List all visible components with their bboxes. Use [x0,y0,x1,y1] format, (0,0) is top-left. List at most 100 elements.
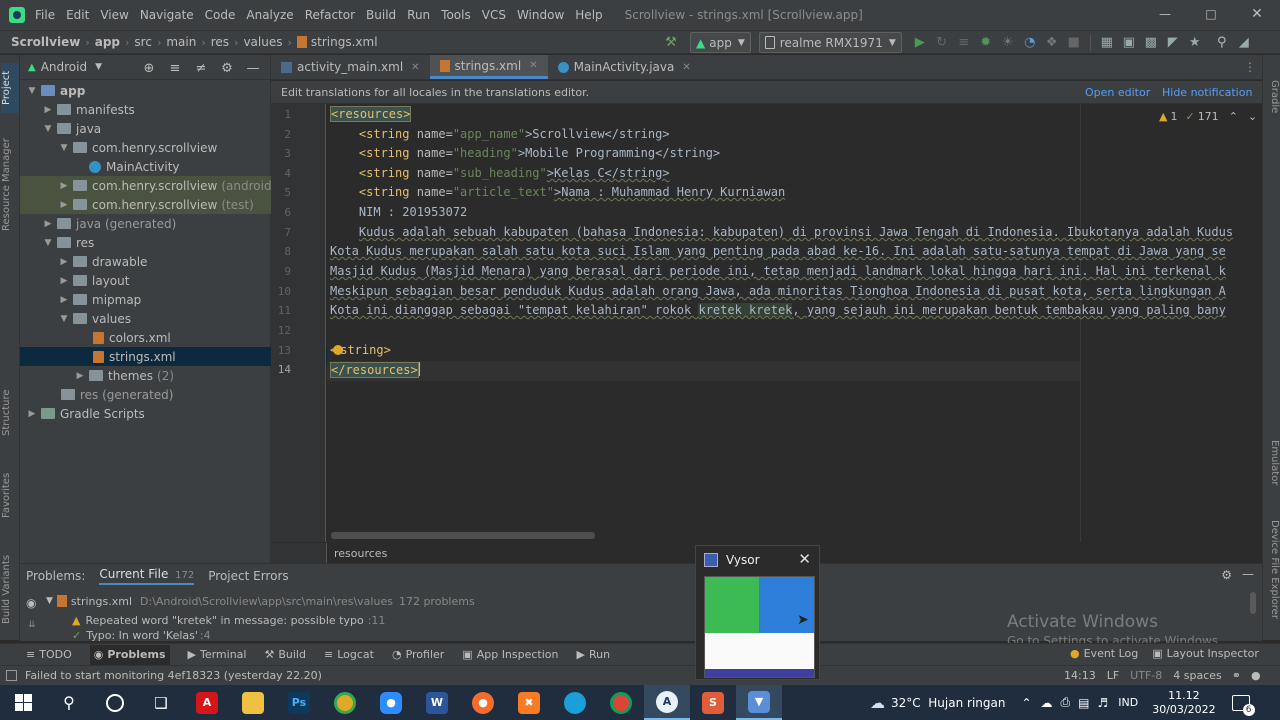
status-message[interactable]: Failed to start monitoring 4ef18323 (yes… [25,669,322,682]
coverage-icon[interactable]: ❖ [1042,33,1062,53]
code-editor[interactable]: ▲ 1 ✓ 171 ⌃ ⌄ <resources> <string name="… [327,104,1262,542]
tool-tab-app-inspection[interactable]: ▣ App Inspection [462,648,558,661]
tool-tab-structure[interactable]: Structure [1,385,19,441]
sublime-icon[interactable]: S [690,685,736,720]
tabs-menu-icon[interactable]: ⋮ [1244,60,1256,74]
memory-icon[interactable]: ● [1251,669,1261,682]
gear-icon[interactable]: ⚙ [1221,568,1232,582]
tab-strings-xml[interactable]: strings.xml ✕ [429,55,548,79]
file-explorer-icon[interactable] [230,685,276,720]
eye-icon[interactable]: ◉ [26,596,36,610]
menu-vcs[interactable]: VCS [482,8,506,22]
menu-build[interactable]: Build [366,8,396,22]
plugin-icon[interactable]: ★ [1185,33,1205,53]
close-icon[interactable]: ✕ [411,62,419,73]
file-encoding[interactable]: UTF-8 [1130,669,1162,682]
minimize-button[interactable]: — [1142,0,1188,30]
weather-text[interactable]: 32°C Hujan ringan [891,696,1005,710]
network-icon[interactable]: ▤ [1078,696,1089,710]
search-icon[interactable]: ⚲ [1212,33,1232,53]
tree-item-java[interactable]: ▼ java [20,119,293,138]
indent-setting[interactable]: 4 spaces [1173,669,1222,682]
breadcrumb-app[interactable]: app [95,35,120,49]
hammer-icon[interactable]: ⚒ [661,33,681,53]
photoshop-icon[interactable]: Ps [276,685,322,720]
close-window-button[interactable]: ✕ [1234,0,1280,30]
tool-tab-emulator[interactable]: Emulator [1264,440,1280,500]
hide-panel-icon[interactable]: — [243,58,263,78]
vysor-taskbar-icon[interactable]: ▼ [736,685,782,720]
tool-tab-device-file-explorer[interactable]: Device File Explorer [1264,520,1280,635]
device-manager-icon[interactable]: ▣ [1119,33,1139,53]
tab-activity-main-xml[interactable]: activity_main.xml ✕ [271,55,430,79]
tool-tab-profiler[interactable]: ◔ Profiler [392,648,444,661]
word-icon[interactable]: W [414,685,460,720]
tree-item-app[interactable]: ▼ app [20,81,277,100]
ide-logo-icon[interactable]: ◢ [1234,33,1254,53]
breadcrumb-project[interactable]: Scrollview [11,35,80,49]
task-view-icon[interactable]: ❑ [138,685,184,720]
tool-tab-layout-inspector[interactable]: ▣ Layout Inspector [1152,647,1259,660]
tool-tab-gradle[interactable]: Gradle [1264,80,1280,120]
menu-run[interactable]: Run [407,8,430,22]
attach-debugger-icon[interactable]: ◔ [1020,33,1040,53]
language-indicator[interactable]: IND [1118,696,1138,709]
menu-tools[interactable]: Tools [441,8,471,22]
inspection-widget[interactable]: ▲ 1 ✓ 171 ⌃ ⌄ [1159,110,1257,123]
menu-view[interactable]: View [100,8,128,22]
tree-item-manifests[interactable]: ▶ manifests [20,100,293,119]
lock-icon[interactable]: ⚭ [1232,669,1241,682]
tool-tab-logcat[interactable]: ≡ Logcat [324,648,374,661]
tool-tab-terminal[interactable]: ▶ Terminal [188,648,247,661]
collapse-all-icon[interactable]: ≠ [191,58,211,78]
problem-item[interactable]: ▲ Repeated word "kretek" in message: pos… [72,611,385,629]
zoom-icon[interactable]: ● [368,685,414,720]
vysor-preview-popup[interactable]: Vysor ✕ ➤ [695,545,820,680]
chevron-up-icon[interactable]: ⌃ [1021,696,1031,710]
sync-project-icon[interactable]: ▦ [1097,33,1117,53]
tree-item-res[interactable]: ▼ res [20,233,293,252]
expand-all-icon[interactable]: ≡ [165,58,185,78]
windows-start-button[interactable] [0,685,46,720]
debug-icon[interactable]: ✹ [976,33,996,53]
clock[interactable]: 11.12 30/03/2022 [1152,689,1215,717]
tool-tab-problems[interactable]: ◉ Problems [89,644,170,665]
breadcrumb-main[interactable]: main [166,35,196,49]
tool-tab-resource-manager[interactable]: Resource Manager [1,135,19,235]
menu-window[interactable]: Window [517,8,564,22]
status-frame-icon[interactable] [6,670,17,681]
device-select[interactable]: realme RMX1971 ▼ [758,32,902,53]
stop-icon[interactable]: ■ [1064,33,1084,53]
tree-item-java-generated[interactable]: ▶ java (generated) [20,214,293,233]
chevron-down-icon[interactable]: ⌄ [1248,110,1257,123]
tab-current-file[interactable]: Current File 172 [99,567,195,585]
tab-mainactivity-java[interactable]: MainActivity.java ✕ [548,55,701,79]
menu-help[interactable]: Help [575,8,602,22]
run-config-select[interactable]: ▲ app ▼ [690,32,751,53]
line-separator[interactable]: LF [1107,669,1119,682]
notification-center-icon[interactable]: 6 [1231,694,1255,716]
chrome-icon[interactable] [322,685,368,720]
menu-refactor[interactable]: Refactor [305,8,355,22]
acrobat-icon[interactable]: A [184,685,230,720]
tool-tab-build[interactable]: ⚒ Build [264,648,306,661]
close-icon[interactable]: ✕ [529,60,537,71]
tool-tab-project[interactable]: Project [1,63,19,113]
chevron-down-icon[interactable]: ▼ [95,62,102,72]
android-studio-taskbar-icon[interactable]: A [644,685,690,720]
breadcrumb-file[interactable]: strings.xml [311,35,378,49]
vysor-thumbnail[interactable]: ➤ [704,576,815,678]
caret-position[interactable]: 14:13 [1064,669,1096,682]
edge-icon[interactable] [552,685,598,720]
tool-tab-build-variants[interactable]: Build Variants [1,550,19,630]
breadcrumb-res[interactable]: res [211,35,229,49]
hide-panel-icon[interactable]: — [1242,567,1254,581]
sdk-manager-icon[interactable]: ▩ [1141,33,1161,53]
printer-icon[interactable]: ⎙ [1061,695,1071,710]
tree-item-res-generated[interactable]: res (generated) [20,385,309,404]
menu-analyze[interactable]: Analyze [246,8,293,22]
volume-icon[interactable]: ♬ [1097,696,1108,710]
apply-changes-icon[interactable]: ↻ [932,33,952,53]
problem-item[interactable]: ✓ Typo: In word 'Kelas' :4 [72,629,211,642]
breadcrumb-resources[interactable]: resources [334,547,387,560]
